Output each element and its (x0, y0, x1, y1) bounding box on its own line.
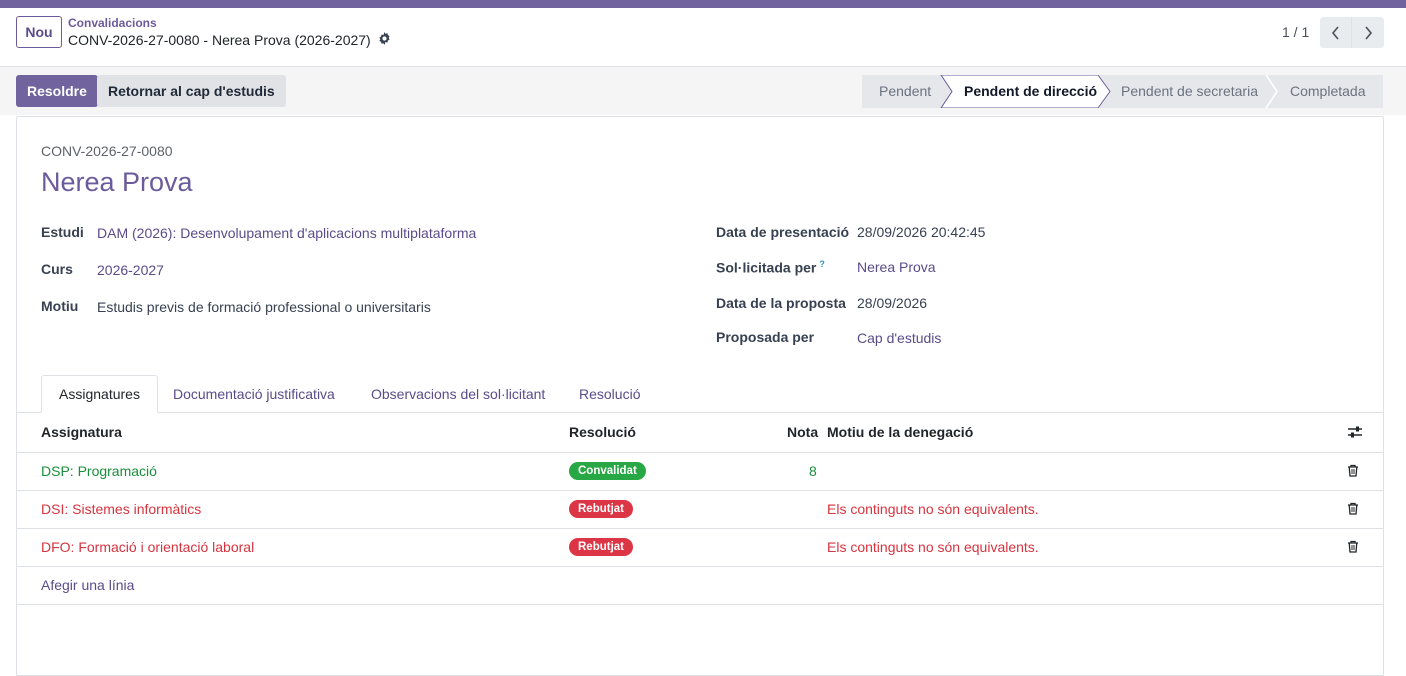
column-header-denial-reason[interactable]: Motiu de la denegació (827, 424, 973, 440)
field-value-course[interactable]: 2026-2027 (97, 262, 164, 278)
top-accent-bar (0, 0, 1406, 8)
gear-icon[interactable] (378, 32, 391, 48)
breadcrumb-parent[interactable]: Convalidacions (68, 16, 157, 30)
field-label-course: Curs (41, 261, 73, 277)
stage-widget: Pendent Pendent de direcció Pendent de s… (862, 75, 1383, 108)
stage-pending[interactable]: Pendent (879, 83, 931, 99)
tab-resolution[interactable]: Resolució (579, 375, 640, 413)
row-grade[interactable]: 8 (809, 463, 817, 479)
stage-pending-secretary[interactable]: Pendent de secretaria (1121, 83, 1258, 99)
chevron-left-icon (1331, 25, 1339, 40)
table-header: Assignatura Resolució Nota Motiu de la d… (17, 413, 1383, 453)
stage-pending-direction[interactable]: Pendent de direcció (964, 83, 1097, 99)
add-line-row (17, 566, 1383, 605)
field-label-proposed-by: Proposada per (716, 329, 815, 345)
column-header-resolution[interactable]: Resolució (569, 424, 636, 440)
field-value-requested-by[interactable]: Nerea Prova (857, 259, 936, 275)
tab-subjects[interactable]: Assignatures (41, 375, 158, 413)
status-badge: Convalidat (569, 462, 646, 480)
field-label-requested-by-text: Sol·licitada per (716, 259, 817, 276)
record-name[interactable]: Nerea Prova (41, 167, 193, 198)
row-subject[interactable]: DFO: Formació i orientació laboral (41, 539, 254, 555)
pager-next-button[interactable] (1352, 17, 1384, 48)
field-value-reason[interactable]: Estudis previs de formació professional … (97, 299, 431, 315)
record-reference: CONV-2026-27-0080 (41, 143, 173, 159)
breadcrumb-current-label: CONV-2026-27-0080 - Nerea Prova (2026-20… (68, 32, 371, 48)
field-value-proposed-by[interactable]: Cap d'estudis (857, 330, 941, 346)
field-label-submission-date: Data de presentació (716, 224, 850, 240)
field-label-proposal-date: Data de la proposta (716, 295, 846, 311)
column-header-subject[interactable]: Assignatura (41, 424, 122, 440)
control-panel: Nou Convalidacions CONV-2026-27-0080 - N… (0, 8, 1406, 67)
status-bar: Resoldre Retornar al cap d'estudis Pende… (0, 67, 1406, 115)
optional-columns-toggle-icon[interactable] (1347, 425, 1363, 442)
pager-previous-button[interactable] (1320, 17, 1352, 48)
add-line-link[interactable]: Afegir una línia (41, 577, 134, 593)
trash-icon[interactable] (1347, 502, 1359, 518)
row-subject[interactable]: DSI: Sistemes informàtics (41, 501, 201, 517)
status-badge: Rebutjat (569, 538, 633, 556)
form-sheet: CONV-2026-27-0080 Nerea Prova Estudi DAM… (16, 116, 1384, 676)
row-subject[interactable]: DSP: Programació (41, 463, 157, 479)
return-to-head-button[interactable]: Retornar al cap d'estudis (97, 75, 286, 107)
chevron-right-icon (1365, 25, 1373, 40)
row-denial-reason[interactable]: Els continguts no són equivalents. (827, 539, 1039, 555)
resolve-button[interactable]: Resoldre (16, 75, 98, 107)
field-value-study[interactable]: DAM (2026): Desenvolupament d'aplicacion… (97, 225, 476, 241)
tab-supporting-documentation[interactable]: Documentació justificativa (173, 375, 335, 413)
field-value-submission-date[interactable]: 28/09/2026 20:42:45 (857, 224, 985, 240)
help-tooltip-icon[interactable]: ? (819, 259, 825, 269)
status-badge: Rebutjat (569, 500, 633, 518)
field-label-requested-by: Sol·licitada per? (716, 259, 825, 276)
field-label-reason: Motiu (41, 298, 79, 314)
breadcrumb-current: CONV-2026-27-0080 - Nerea Prova (2026-20… (68, 32, 391, 48)
table-row[interactable]: DFO: Formació i orientació laboral Rebut… (17, 529, 1383, 567)
pager-value[interactable]: 1 / 1 (1282, 24, 1309, 40)
trash-icon[interactable] (1347, 464, 1359, 480)
column-header-grade[interactable]: Nota (787, 424, 818, 440)
table-row[interactable]: DSP: Programació Convalidat 8 (17, 453, 1383, 491)
tab-applicant-observations[interactable]: Observacions del sol·licitant (371, 375, 545, 413)
field-label-study: Estudi (41, 224, 84, 240)
field-value-proposal-date[interactable]: 28/09/2026 (857, 295, 927, 311)
stage-completed[interactable]: Completada (1290, 83, 1366, 99)
new-button[interactable]: Nou (16, 16, 62, 48)
table-row[interactable]: DSI: Sistemes informàtics Rebutjat Els c… (17, 491, 1383, 529)
row-denial-reason[interactable]: Els continguts no són equivalents. (827, 501, 1039, 517)
trash-icon[interactable] (1347, 540, 1359, 556)
